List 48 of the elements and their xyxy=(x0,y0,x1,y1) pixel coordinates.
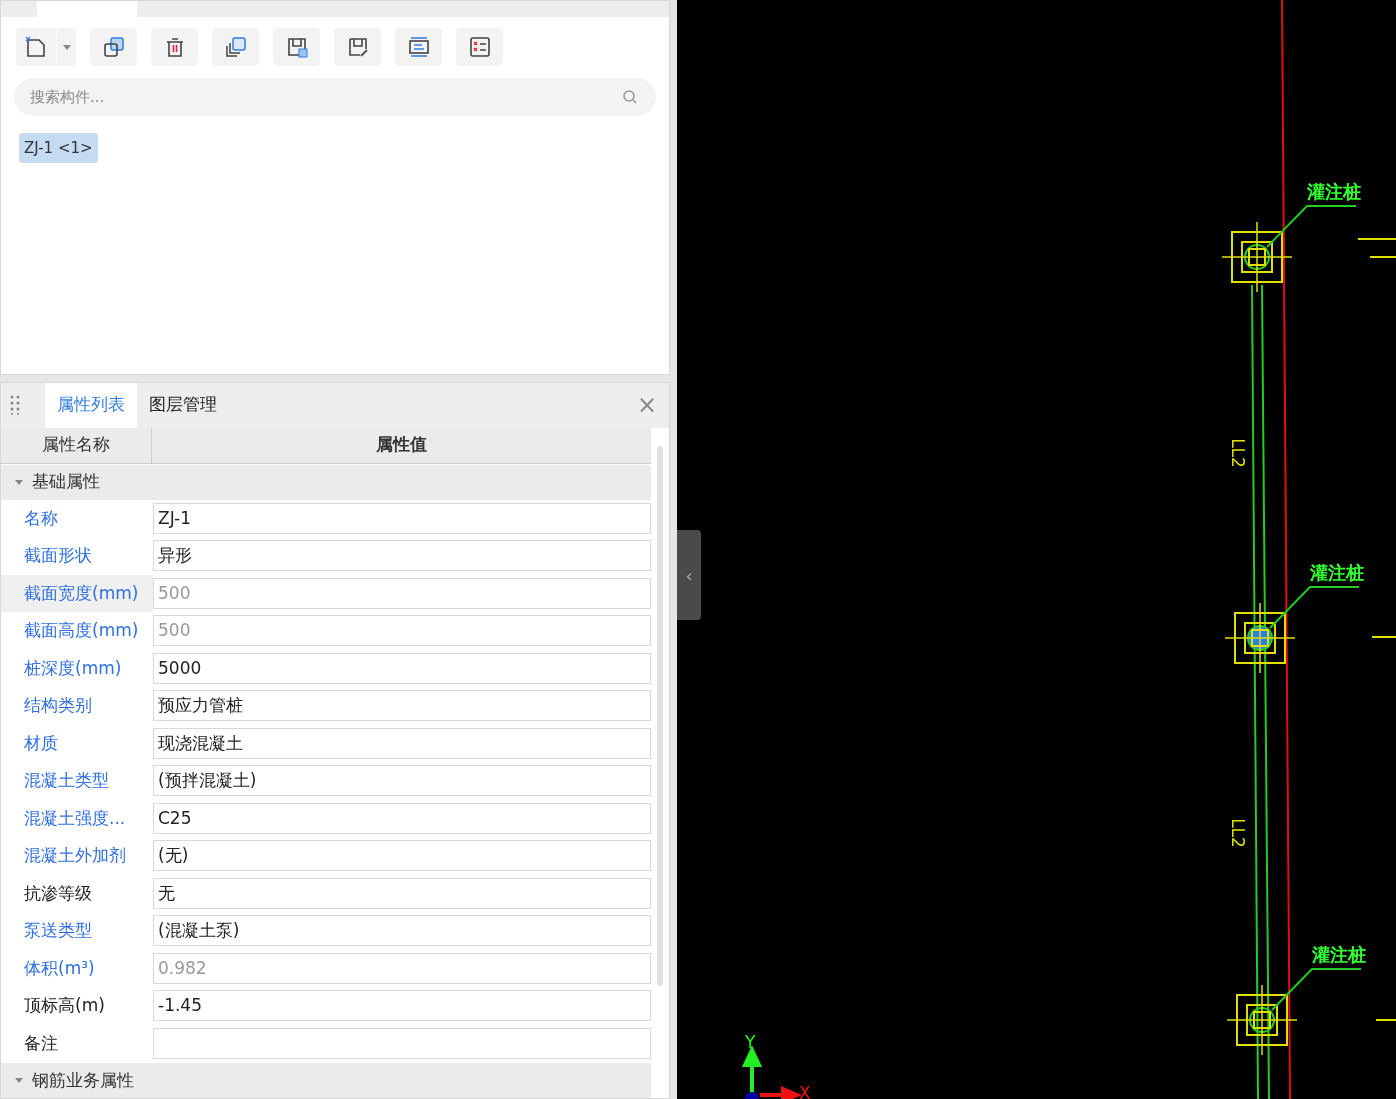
document-icon xyxy=(24,35,48,59)
value-field[interactable]: 5000 xyxy=(153,652,651,684)
value-field[interactable]: 无 xyxy=(153,877,651,909)
collapse-handle[interactable]: ‹ xyxy=(677,530,701,620)
scrollbar[interactable] xyxy=(657,445,663,986)
value-field[interactable]: 预应力管桩 xyxy=(153,690,651,722)
grid-line xyxy=(1371,636,1396,638)
pile-label: 灌注桩 xyxy=(1310,562,1364,583)
list-icon xyxy=(406,35,431,59)
grid-line xyxy=(1375,1019,1396,1021)
section-header[interactable]: 基础属性 xyxy=(1,464,651,500)
pile-label: 灌注桩 xyxy=(1312,944,1366,965)
column-header: 属性名称 xyxy=(1,427,152,463)
value-field[interactable]: 现浇混凝土 xyxy=(153,727,651,759)
pile-drawing[interactable] xyxy=(1226,984,1298,1056)
component-item[interactable]: ZJ-1 <1> xyxy=(19,133,98,163)
copy-icon xyxy=(101,35,126,59)
caret-icon xyxy=(62,44,71,50)
pile-label: 灌注桩 xyxy=(1307,181,1361,202)
section-title: 基础属性 xyxy=(32,470,100,494)
tab[interactable]: 属性列表 xyxy=(45,382,137,428)
value-field[interactable]: ZJ-1 xyxy=(153,502,651,534)
section-title: 钢筋业务属性 xyxy=(32,1068,134,1092)
search-field[interactable]: 搜索构件... xyxy=(14,78,656,116)
pile-drawing[interactable] xyxy=(1221,221,1293,293)
beam-label: LL2 xyxy=(1228,818,1248,848)
grid-line xyxy=(1357,238,1396,240)
beam-label: LL2 xyxy=(1228,438,1248,468)
layers-icon xyxy=(223,35,248,59)
value-field[interactable]: (混凝土泵) xyxy=(153,915,651,947)
pile-drawing[interactable] xyxy=(1224,602,1296,674)
value-field[interactable]: (无) xyxy=(153,840,651,872)
axis-label: Y xyxy=(745,1032,756,1052)
grid-line xyxy=(1369,256,1396,258)
checklist-icon xyxy=(467,35,492,59)
value-field[interactable]: C25 xyxy=(153,802,651,834)
search-icon xyxy=(622,89,638,105)
section-header[interactable]: 钢筋业务属性 xyxy=(1,1063,651,1098)
value-field[interactable] xyxy=(153,1027,651,1059)
value-field[interactable]: -1.45 xyxy=(153,990,651,1022)
property-name: 截面宽度(mm) xyxy=(1,574,153,612)
axis-label: X xyxy=(799,1083,811,1099)
column-header: 属性值 xyxy=(375,433,428,457)
drag-handle-icon[interactable] xyxy=(10,395,20,415)
value-field[interactable]: 异形 xyxy=(153,540,651,572)
origin-marker xyxy=(745,1092,759,1099)
tab[interactable]: 图层管理 xyxy=(137,382,229,428)
value-field[interactable]: (预拌混凝土) xyxy=(153,765,651,797)
